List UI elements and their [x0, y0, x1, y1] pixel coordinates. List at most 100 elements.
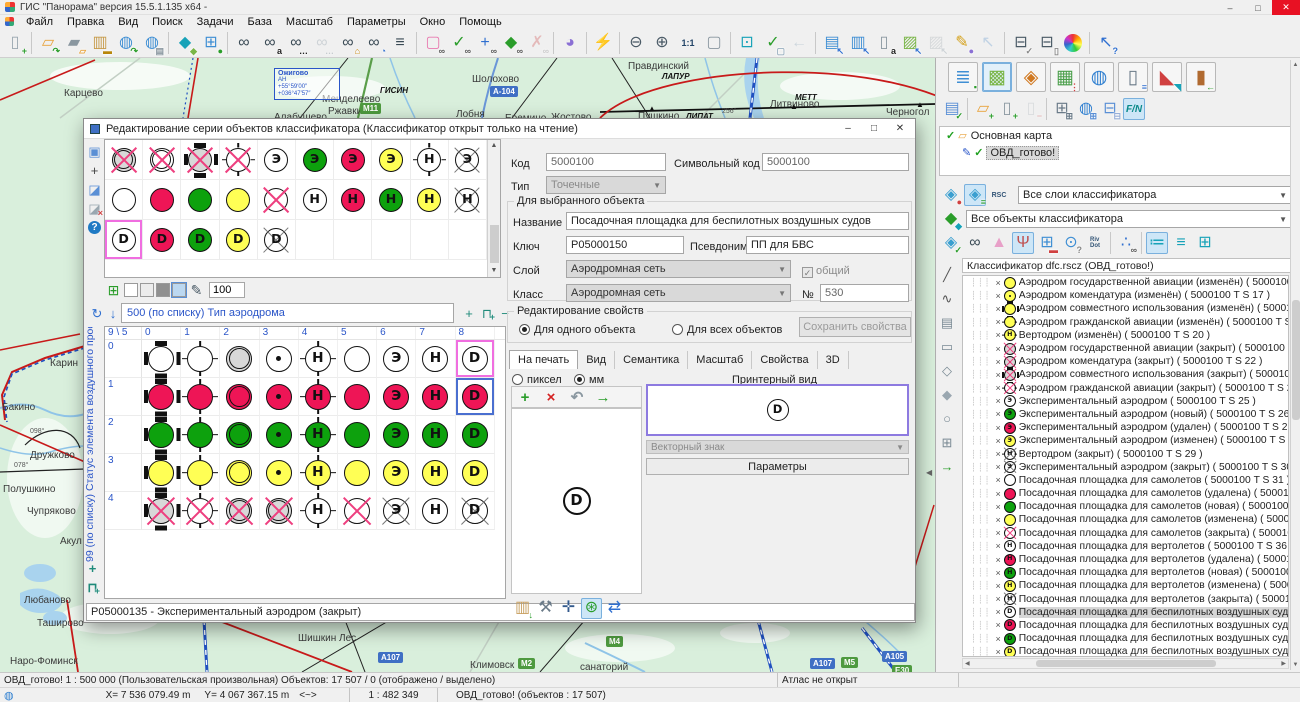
tree-item[interactable]: ┊┊┊×НПосадочная площадка для вертолетов …: [963, 579, 1288, 592]
help-cursor[interactable]: ↖?: [1094, 31, 1118, 55]
palette-cell[interactable]: Н: [372, 180, 410, 220]
view-tree[interactable]: ≔: [1146, 232, 1168, 254]
tree-item[interactable]: ┊┊┊×Аэродром совместного использования (…: [963, 368, 1288, 381]
dialog-maximize-button[interactable]: □: [861, 119, 887, 138]
palette-cell[interactable]: [105, 140, 143, 180]
dialog-close-button[interactable]: ✕: [887, 119, 913, 138]
layers-dropdown[interactable]: Все слои классификатора▼: [1018, 186, 1292, 204]
color-swatch[interactable]: [172, 283, 186, 297]
palette-cell[interactable]: D: [181, 220, 219, 260]
open-map[interactable]: ▱↷: [36, 31, 60, 55]
layers-point[interactable]: ◈●: [940, 184, 962, 206]
tree-item[interactable]: ┊┊┊×Посадочная площадка для самолетов ( …: [963, 474, 1288, 487]
palette-cell[interactable]: Э: [334, 140, 372, 180]
series-grid-cell[interactable]: [260, 340, 299, 378]
series-grid-cell[interactable]: [338, 492, 377, 530]
tree-item[interactable]: ┊┊┊×Посадочная площадка для самолетов (з…: [963, 527, 1288, 540]
series-grid-cell[interactable]: Н: [299, 340, 338, 378]
zoom-out[interactable]: ⊖: [624, 31, 648, 55]
name-input[interactable]: Посадочная площадка для беспилотных возд…: [566, 212, 909, 230]
layers-rsc[interactable]: RSC: [988, 184, 1010, 206]
series-grid-cell[interactable]: D: [456, 454, 495, 492]
palette-cell[interactable]: Э: [449, 140, 487, 180]
menu-Правка[interactable]: Правка: [60, 16, 111, 28]
scroll-up-icon[interactable]: ▲: [1291, 60, 1300, 70]
maximize-button[interactable]: □: [1244, 0, 1272, 15]
tree-item[interactable]: ┊┊┊×Аэродром комендатура (закрыт) ( 5000…: [963, 355, 1288, 368]
tab-matrix[interactable]: ▦⋮: [1050, 62, 1080, 92]
maps-list-check[interactable]: ▤✓: [941, 98, 963, 120]
series-grid-cell[interactable]: [260, 454, 299, 492]
tree-item[interactable]: ┊┊┊×НВертодром (закрыт) ( 5000100 T S 29…: [963, 447, 1288, 460]
strip-rhomb[interactable]: ◇: [937, 360, 957, 380]
series-grid-cell[interactable]: [181, 454, 220, 492]
select-area[interactable]: ▢∞: [421, 31, 445, 55]
primitive-delete[interactable]: ×: [539, 385, 563, 409]
menu-Вид[interactable]: Вид: [111, 16, 145, 28]
series-grid-cell[interactable]: Э: [377, 416, 416, 454]
series-grid-cell[interactable]: [142, 340, 181, 378]
series-grid-cell[interactable]: D: [456, 340, 495, 378]
class-select[interactable]: Аэродромная сеть▼: [566, 284, 791, 302]
help[interactable]: ?: [86, 219, 103, 236]
symbol-canvas[interactable]: D: [511, 408, 642, 594]
map-composition[interactable]: ⊞●: [199, 31, 223, 55]
palette-cell[interactable]: [181, 140, 219, 180]
select-map-dim[interactable]: ▨↖: [924, 31, 948, 55]
series-grid-cell[interactable]: [260, 492, 299, 530]
tab-Вид[interactable]: Вид: [578, 351, 615, 369]
object-passport[interactable]: ▯a: [872, 31, 896, 55]
find-by-name[interactable]: ∞a: [258, 31, 282, 55]
color-swatch[interactable]: [140, 283, 154, 297]
strip-spline[interactable]: ∿: [937, 288, 957, 308]
palette-cell[interactable]: [411, 220, 449, 260]
tree-vertical-scrollbar[interactable]: ▲ ▼: [1290, 60, 1300, 670]
background-value-input[interactable]: [209, 282, 245, 298]
save[interactable]: ▣: [86, 143, 103, 160]
tree-item[interactable]: ┊┊┊×Аэродром совместного использования (…: [963, 302, 1288, 315]
strip-layers[interactable]: ▤: [937, 312, 957, 332]
layers-list[interactable]: ◈≡: [964, 184, 986, 206]
series-grid-cell[interactable]: [142, 416, 181, 454]
series-grid-cell[interactable]: Э: [377, 454, 416, 492]
series-grid-cell[interactable]: [181, 416, 220, 454]
tab-structure[interactable]: ≣▪: [948, 62, 978, 92]
series-grid-cell[interactable]: [220, 378, 259, 416]
menu-Поиск[interactable]: Поиск: [145, 16, 189, 28]
tab-navigation[interactable]: ◣◥: [1152, 62, 1182, 92]
globe-grid[interactable]: ◍⊞: [1075, 98, 1097, 120]
tree-item[interactable]: ┊┊┊×ЭЭкспериментальный аэродром (новый) …: [963, 408, 1288, 421]
series-grid-cell[interactable]: Н: [299, 454, 338, 492]
objects-all[interactable]: ◆◆: [940, 208, 962, 230]
tab-Масштаб[interactable]: Масштаб: [688, 351, 752, 369]
palette-cell[interactable]: [372, 220, 410, 260]
series-grid-cell[interactable]: D: [456, 492, 495, 530]
tab-exit[interactable]: ▮←: [1186, 62, 1216, 92]
series-insert[interactable]: ⊓+: [85, 580, 100, 595]
select-cancel[interactable]: ✗∞: [525, 31, 549, 55]
symcode-input[interactable]: 5000100: [762, 153, 909, 171]
palette-cell[interactable]: Н: [334, 180, 372, 220]
filter-rivdot[interactable]: Riv Dot: [1084, 232, 1106, 254]
menu-Задачи[interactable]: Задачи: [190, 16, 241, 28]
strip-circle[interactable]: ○: [937, 408, 957, 428]
strip-grid[interactable]: ⊞: [937, 432, 957, 452]
radio-on-icon[interactable]: [519, 324, 530, 335]
series-grid-cell[interactable]: Э: [377, 340, 416, 378]
view-3d[interactable]: ◕: [558, 31, 582, 55]
add-map[interactable]: ▯+: [996, 98, 1018, 120]
tab-documents[interactable]: ▯≡: [1118, 62, 1148, 92]
palette-cell[interactable]: [105, 180, 143, 220]
tab-maps[interactable]: ▩: [982, 62, 1012, 92]
palette-cell[interactable]: [449, 220, 487, 260]
palette-cell[interactable]: Э: [258, 140, 296, 180]
open-project[interactable]: ◍▤: [140, 31, 164, 55]
swap[interactable]: ⇄: [604, 598, 625, 619]
series-grid-cell[interactable]: Н: [416, 492, 455, 530]
series-grid-cell[interactable]: [181, 492, 220, 530]
strip-frame[interactable]: ▭: [937, 336, 957, 356]
save-props-button[interactable]: Сохранить свойства: [799, 317, 911, 337]
series-grid-cell[interactable]: Э: [377, 492, 416, 530]
series-grid-cell[interactable]: [220, 454, 259, 492]
filter-signal[interactable]: Ψ: [1012, 232, 1034, 254]
